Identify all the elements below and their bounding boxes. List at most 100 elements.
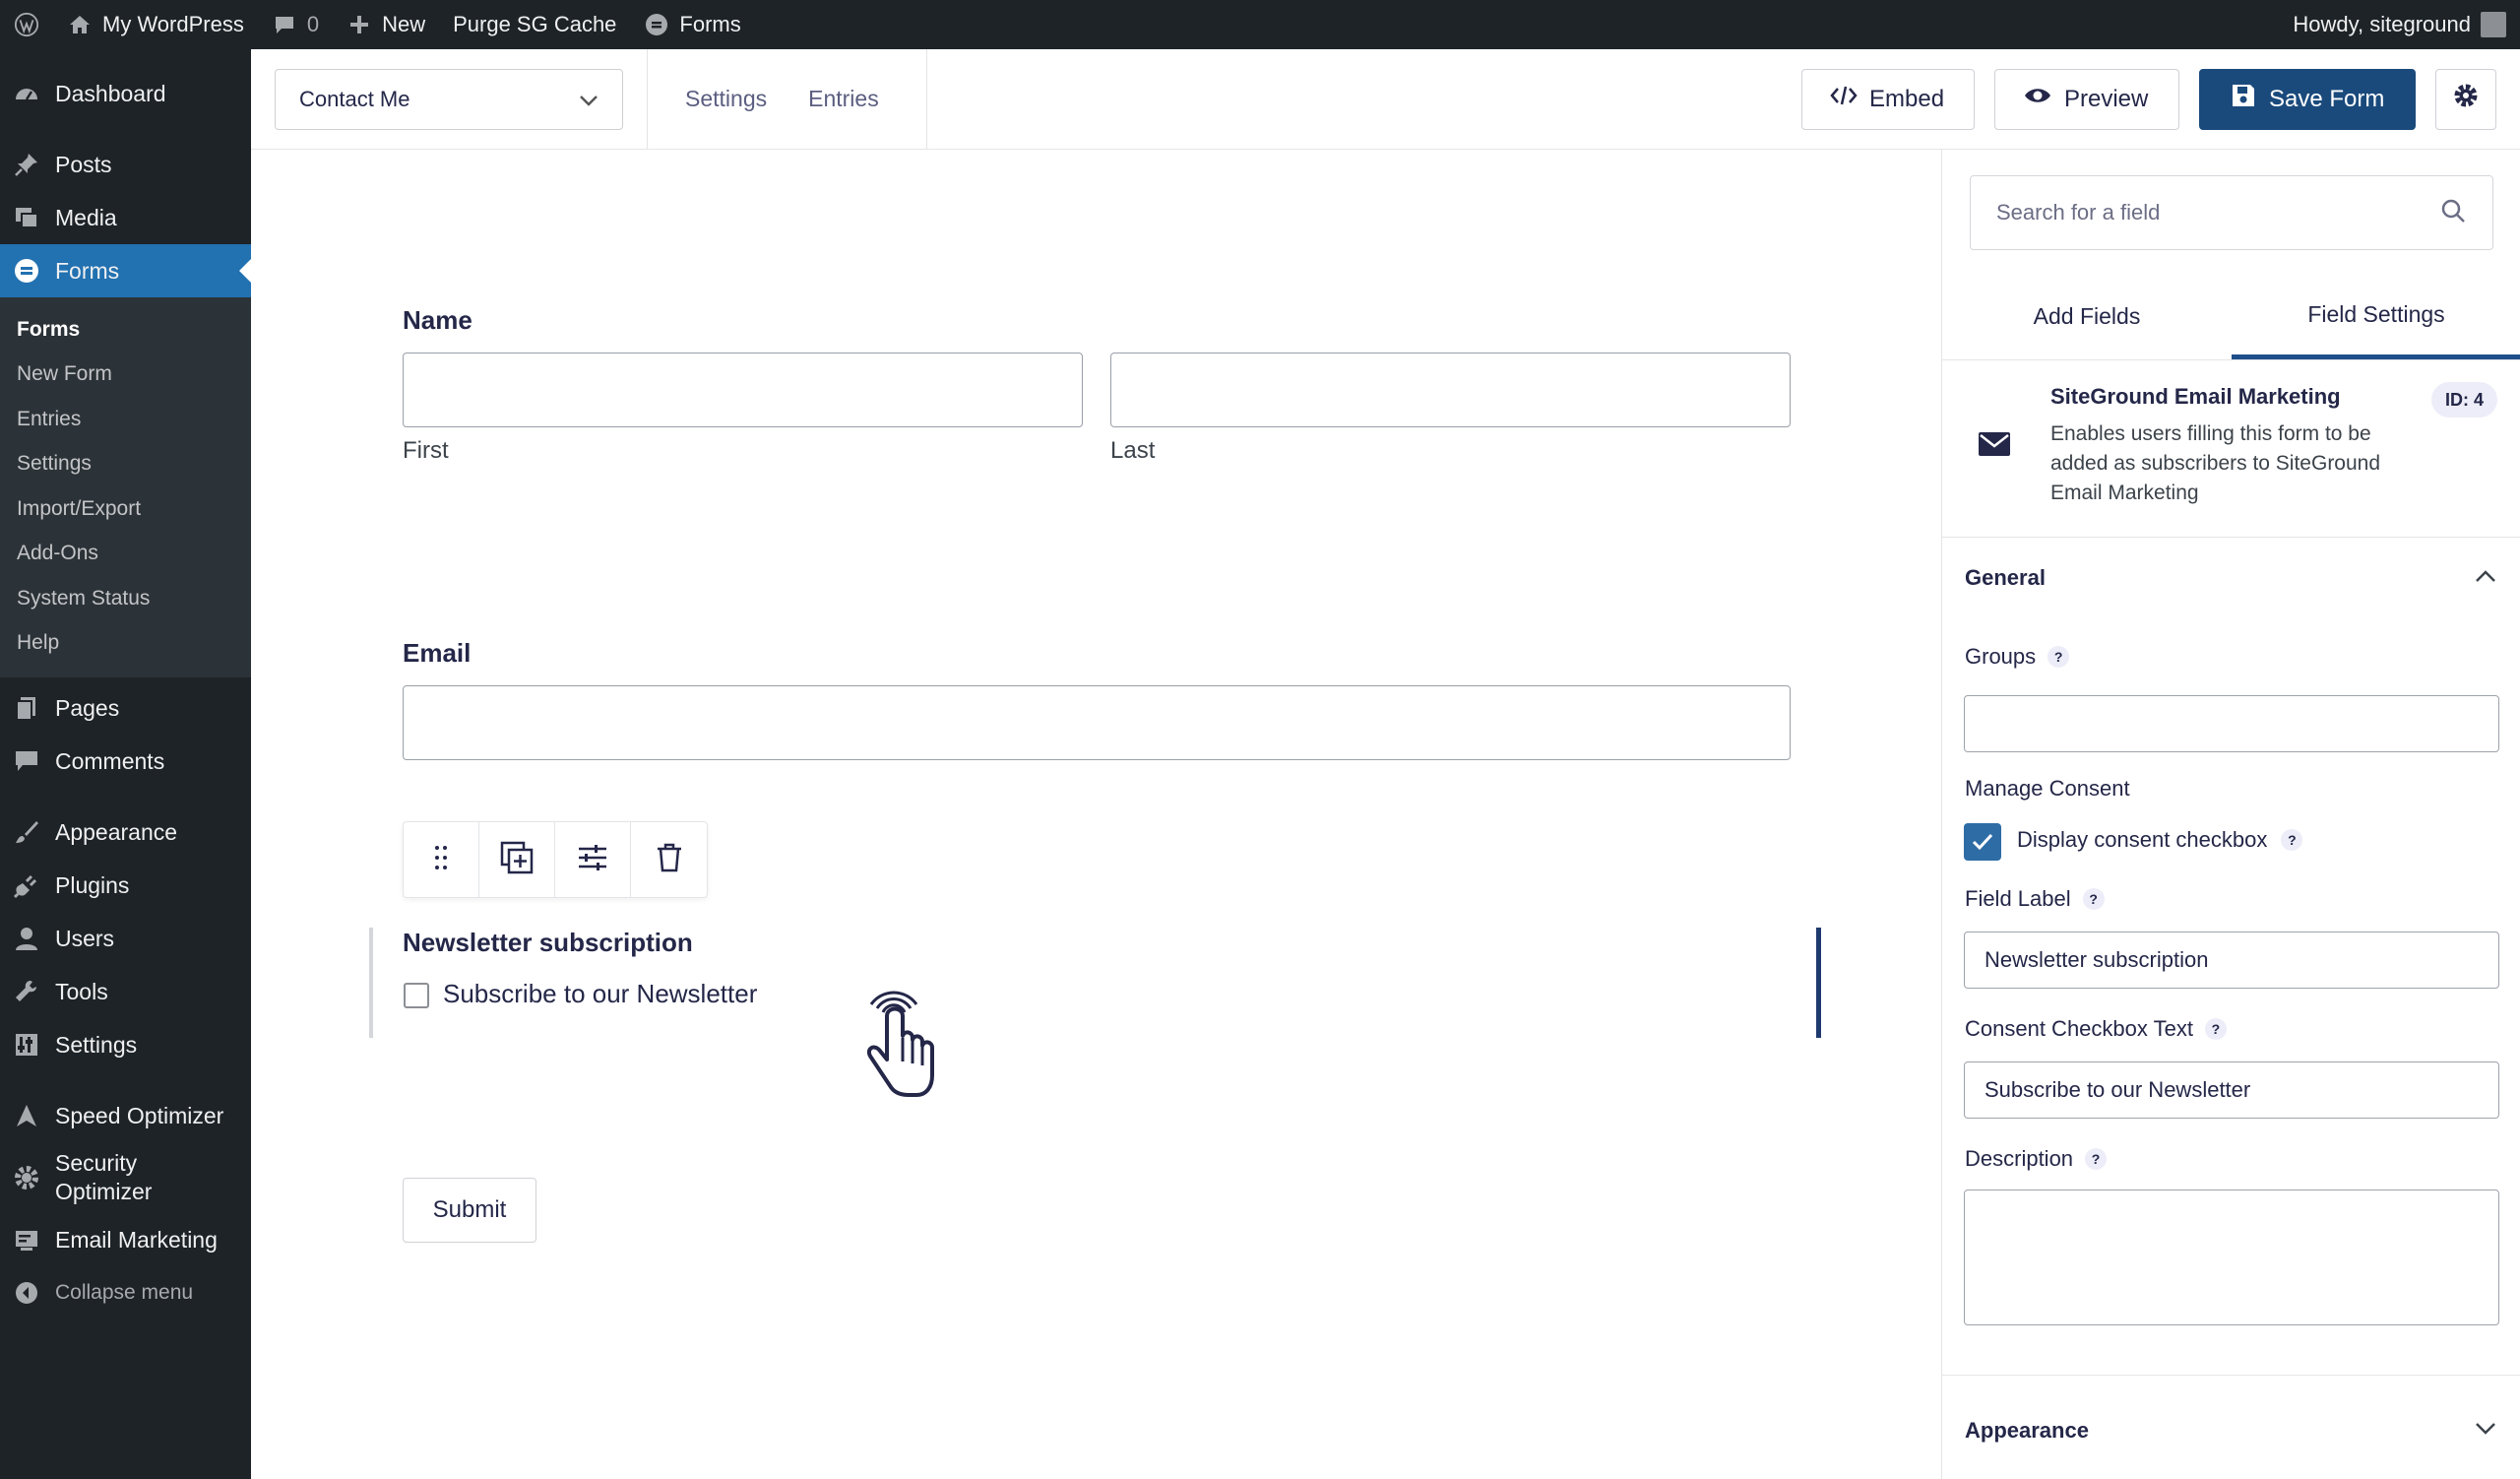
avatar [2481, 12, 2506, 37]
help-icon[interactable]: ? [2085, 1148, 2108, 1170]
sidebar-item-media[interactable]: Media [0, 191, 251, 244]
field-label-input[interactable]: Newsletter subscription [1964, 932, 2499, 989]
form-settings-gear-button[interactable] [2435, 68, 2496, 130]
sidebar-label: Dashboard [55, 80, 166, 106]
sidebar-label: Security [55, 1150, 138, 1176]
field-label-input-value: Newsletter subscription [1984, 947, 2209, 972]
help-icon[interactable]: ? [2281, 829, 2303, 851]
sidebar-item-settings[interactable]: Settings [0, 1018, 251, 1071]
sidebar-item-posts[interactable]: Posts [0, 138, 251, 191]
settings-sliders-icon [12, 1030, 41, 1060]
new-content-menu[interactable]: New [333, 0, 439, 49]
consent-text-input[interactable]: Subscribe to our Newsletter [1964, 1061, 2499, 1119]
description-textarea[interactable] [1964, 1190, 2499, 1325]
sidebar-item-users[interactable]: Users [0, 912, 251, 965]
preview-button[interactable]: Preview [1994, 68, 2179, 130]
eye-icon [2023, 85, 2052, 113]
delete-field-button[interactable] [631, 822, 707, 897]
tab-add-fields[interactable]: Add Fields [1942, 274, 2232, 359]
comments-menu[interactable]: 0 [258, 0, 333, 49]
field-settings-button[interactable] [555, 822, 631, 897]
plug-icon [12, 870, 41, 900]
help-icon[interactable]: ? [2204, 1018, 2227, 1040]
collapse-menu-button[interactable]: Collapse menu [0, 1266, 251, 1319]
display-consent-checkbox[interactable] [1964, 823, 2001, 861]
field-search-box [1970, 175, 2493, 250]
field-search-input[interactable] [1996, 200, 2439, 225]
tab-field-settings[interactable]: Field Settings [2232, 274, 2520, 359]
comment-bubble-icon [272, 12, 297, 37]
comments-count: 0 [306, 12, 320, 36]
sidebar-item-email-marketing[interactable]: Email Marketing [0, 1213, 251, 1266]
drag-handle-icon [434, 845, 448, 875]
sidebar-item-appearance[interactable]: Appearance [0, 805, 251, 859]
duplicate-icon [499, 840, 535, 880]
preview-label: Preview [2064, 85, 2149, 112]
security-gear-icon [12, 1163, 41, 1192]
help-icon[interactable]: ? [2048, 646, 2070, 668]
field-actions-toolbar [403, 821, 708, 898]
submenu-item-new-form[interactable]: New Form [0, 353, 251, 398]
first-name-input[interactable] [403, 353, 1083, 427]
email-input[interactable] [403, 685, 1791, 760]
forms-menu[interactable]: Forms [630, 0, 754, 49]
newsletter-field-label[interactable]: Newsletter subscription [403, 928, 693, 958]
wordpress-logo-icon [14, 12, 39, 37]
submenu-item-system-status[interactable]: System Status [0, 576, 251, 621]
submenu-item-entries[interactable]: Entries [0, 397, 251, 442]
account-menu[interactable]: Howdy, siteground [2279, 0, 2520, 49]
last-name-sublabel: Last [1110, 437, 1156, 464]
save-form-button[interactable]: Save Form [2199, 68, 2416, 130]
admin-sidebar: Dashboard Posts Media Forms Forms New Fo… [0, 49, 251, 1479]
help-icon[interactable]: ? [2082, 888, 2105, 910]
site-name-menu[interactable]: My WordPress [53, 0, 258, 49]
sidebar-item-security-optimizer[interactable]: Security Optimizer [0, 1142, 251, 1213]
search-icon[interactable] [2439, 197, 2467, 229]
sidebar-item-comments[interactable]: Comments [0, 735, 251, 788]
sidebar-label: Settings [55, 1031, 138, 1058]
submit-button[interactable]: Submit [403, 1178, 536, 1243]
form-switcher-dropdown[interactable]: Contact Me [275, 68, 623, 130]
last-name-input[interactable] [1110, 353, 1791, 427]
addon-title: SiteGround Email Marketing [2050, 384, 2341, 409]
newsletter-checkbox[interactable] [404, 983, 429, 1008]
wp-logo-menu[interactable] [0, 0, 53, 49]
submenu-item-help[interactable]: Help [0, 621, 251, 667]
sidebar-item-pages[interactable]: Pages [0, 681, 251, 735]
settings-link[interactable]: Settings [685, 86, 767, 112]
first-name-sublabel: First [403, 437, 449, 464]
consent-text-label: Consent Checkbox Text [1965, 1016, 2193, 1041]
embed-label: Embed [1869, 85, 1945, 112]
embed-button[interactable]: Embed [1801, 68, 1975, 130]
toolbar-divider [647, 48, 648, 150]
sidebar-label: Users [55, 925, 115, 951]
consent-text-label-row: Consent Checkbox Text ? [1965, 1016, 2227, 1042]
groups-label: Groups [1965, 644, 2037, 669]
duplicate-field-button[interactable] [479, 822, 555, 897]
floppy-disk-icon [2230, 82, 2257, 116]
general-section-title[interactable]: General [1965, 565, 2046, 591]
groups-select[interactable] [1964, 695, 2499, 752]
purge-cache-menu[interactable]: Purge SG Cache [439, 0, 630, 49]
sidebar-item-plugins[interactable]: Plugins [0, 859, 251, 912]
sidebar-item-tools[interactable]: Tools [0, 965, 251, 1018]
chevron-up-icon[interactable] [2475, 569, 2496, 588]
forms-logo-icon [644, 12, 669, 37]
submenu-item-add-ons[interactable]: Add-Ons [0, 532, 251, 577]
drag-handle-button[interactable] [404, 822, 479, 897]
entries-link[interactable]: Entries [808, 86, 879, 112]
description-label: Description [1965, 1146, 2074, 1171]
sidebar-item-forms[interactable]: Forms [0, 244, 251, 297]
toolbar-divider [925, 48, 927, 150]
sliders-icon [577, 843, 608, 877]
hand-pointer-cursor-icon [859, 977, 938, 1104]
appearance-section-title[interactable]: Appearance [1965, 1418, 2089, 1444]
submenu-item-import-export[interactable]: Import/Export [0, 486, 251, 532]
submenu-item-settings[interactable]: Settings [0, 442, 251, 487]
chevron-down-icon[interactable] [2475, 1422, 2496, 1441]
submenu-item-forms[interactable]: Forms [0, 307, 251, 353]
sidebar-item-dashboard[interactable]: Dashboard [0, 67, 251, 120]
sidebar-label: Media [55, 204, 117, 230]
forms-label: Forms [679, 12, 741, 36]
sidebar-item-speed-optimizer[interactable]: Speed Optimizer [0, 1089, 251, 1142]
